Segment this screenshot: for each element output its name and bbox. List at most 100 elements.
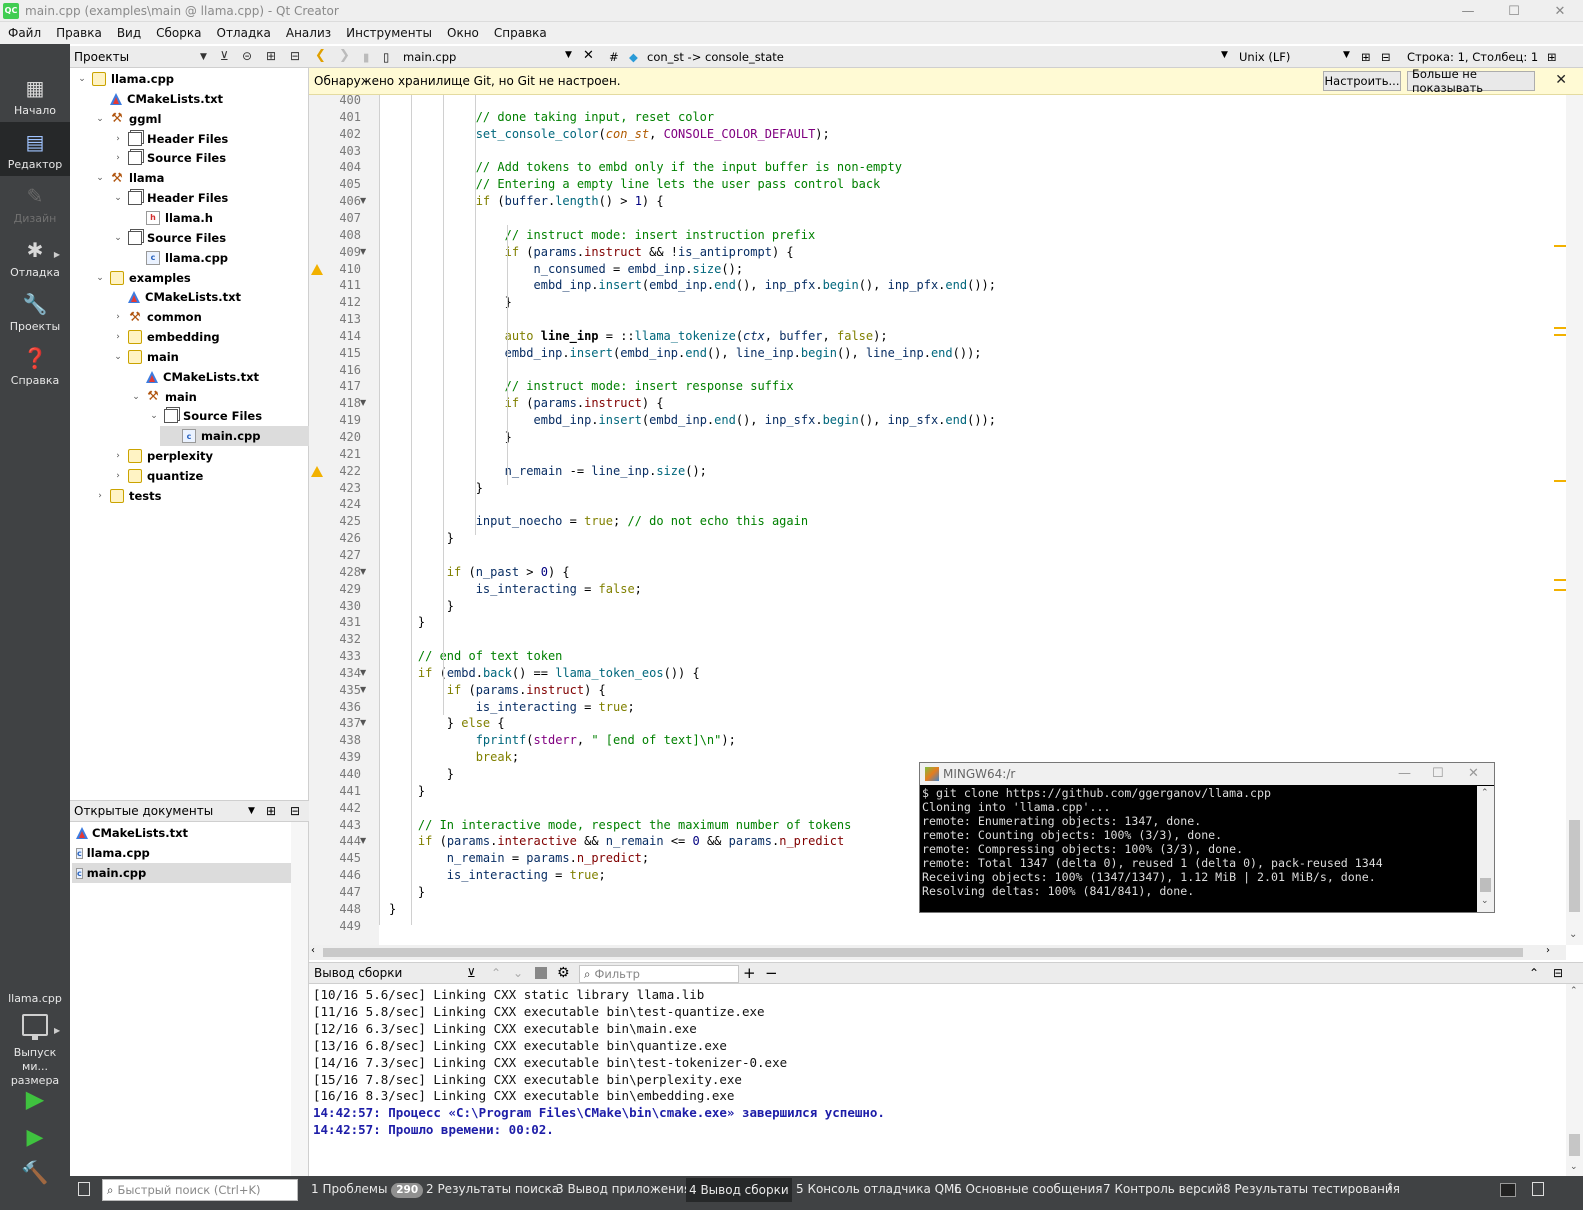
warning-marker[interactable] <box>1554 480 1566 482</box>
code-line[interactable]: is_interacting = false; <box>389 581 642 598</box>
code-line[interactable]: set_console_color(con_st, CONSOLE_COLOR_… <box>389 126 830 143</box>
split-icon[interactable]: ⊞ <box>1547 50 1557 64</box>
scroll-thumb[interactable] <box>323 948 1523 957</box>
debug-run-icon[interactable]: ▶ <box>22 1124 48 1150</box>
chevron-down-icon[interactable]: ⌄ <box>112 352 124 362</box>
code-line[interactable]: n_remain -= line_inp.size(); <box>389 463 707 480</box>
code-line[interactable]: if (params.instruct && !is_antiprompt) { <box>389 244 794 261</box>
sidebar-toggle-icon[interactable] <box>1532 1182 1544 1196</box>
terminal-window[interactable]: MINGW64:/r — ☐ ✕ $ git clone https://git… <box>919 762 1495 913</box>
current-file[interactable]: main.cpp <box>403 50 456 64</box>
fold-marker-icon[interactable]: ▼ <box>360 836 366 845</box>
tab-application-output[interactable]: 3 Вывод приложения <box>556 1182 691 1196</box>
clear-icon[interactable]: ⊻ <box>467 966 476 980</box>
close-pane-icon[interactable]: ⊟ <box>1381 50 1391 64</box>
tree-item[interactable]: CMakeLists.txt <box>94 89 223 109</box>
menu-analyze[interactable]: Анализ <box>278 26 338 40</box>
stop-icon[interactable] <box>535 967 547 979</box>
maximize-icon[interactable]: ☐ <box>1432 766 1444 781</box>
close-window-icon[interactable]: ✕ <box>1468 766 1479 781</box>
close-pane-icon[interactable]: ⊟ <box>1553 966 1563 980</box>
tree-item[interactable]: › tests <box>94 486 161 506</box>
tree-item[interactable]: c llama.cpp <box>130 248 228 268</box>
tree-item[interactable]: h llama.h <box>130 208 213 228</box>
scroll-thumb[interactable] <box>1569 820 1580 912</box>
tree-item[interactable]: ⌄ ⚒ main <box>130 387 197 407</box>
tab-qml-debugger-console[interactable]: 5 Консоль отладчика QML <box>796 1182 961 1196</box>
code-line[interactable]: } <box>389 429 512 446</box>
fold-marker-icon[interactable]: ▼ <box>360 247 366 256</box>
code-line[interactable]: if (params.instruct) { <box>389 395 664 412</box>
filter-icon[interactable]: ⊻ <box>220 49 229 63</box>
code-line[interactable]: if (params.instruct) { <box>389 682 606 699</box>
chevron-down-icon[interactable]: ⌄ <box>130 392 142 402</box>
fold-marker-icon[interactable]: ▼ <box>360 668 366 677</box>
chevron-right-icon[interactable]: › <box>112 312 124 322</box>
chevron-down-icon[interactable]: ⌄ <box>94 173 106 183</box>
tree-item[interactable]: ⌄ ⚒ ggml <box>94 109 161 129</box>
code-line[interactable]: } <box>389 598 454 615</box>
code-line[interactable]: input_noecho = true; // do not echo this… <box>389 513 808 530</box>
chevron-right-icon[interactable]: › <box>112 332 124 342</box>
cursor-position[interactable]: Строка: 1, Столбец: 1 <box>1407 50 1538 64</box>
chevron-left-icon[interactable]: ‹ <box>311 945 315 956</box>
open-document-item[interactable]: CMakeLists.txt <box>72 823 291 843</box>
tree-item[interactable]: ⌄ ⚒ llama <box>94 168 164 188</box>
build-output-scrollbar[interactable]: ⌃ ⌄ <box>1566 984 1583 1176</box>
chevron-down-icon[interactable]: ⌄ <box>1570 1162 1578 1172</box>
tree-item[interactable]: ⌄ Header Files <box>112 188 228 208</box>
chevron-down-icon[interactable]: ▼ <box>1343 50 1350 60</box>
chevron-down-icon[interactable]: ⌄ <box>513 966 523 980</box>
more-tabs-icon[interactable]: ⇕ <box>1386 1182 1394 1193</box>
fold-marker-icon[interactable]: ▼ <box>360 567 366 576</box>
code-line[interactable]: if (embd.back() == llama_token_eos()) { <box>389 665 700 682</box>
code-line[interactable]: } <box>389 614 425 631</box>
menu-edit[interactable]: Правка <box>48 26 109 40</box>
close-pane-icon[interactable]: ⊟ <box>290 49 300 63</box>
menu-help[interactable]: Справка <box>486 26 554 40</box>
chevron-down-icon[interactable]: ▼ <box>248 806 255 816</box>
code-line[interactable]: if (n_past > 0) { <box>389 564 570 581</box>
menu-window[interactable]: Окно <box>439 26 486 40</box>
tree-item[interactable]: › embedding <box>112 327 220 347</box>
code-line[interactable]: embd_inp.insert(embd_inp.end(), inp_pfx.… <box>389 277 997 294</box>
code-line[interactable]: is_interacting = true; <box>389 867 606 884</box>
chevron-down-icon[interactable]: ⌄ <box>112 193 124 203</box>
chevron-down-icon[interactable]: ⌄ <box>94 114 106 124</box>
chevron-down-icon[interactable]: ▼ <box>1221 50 1228 60</box>
fold-marker-icon[interactable]: ▼ <box>360 398 366 407</box>
code-line[interactable]: // Entering a empty line lets the user p… <box>389 176 881 193</box>
build-output-text[interactable]: [10/16 5.6/sec] Linking CXX static libra… <box>309 984 1566 1176</box>
tree-item[interactable]: ⌄ examples <box>94 268 191 288</box>
monitor-icon[interactable] <box>22 1014 48 1040</box>
line-ending-selector[interactable]: Unix (LF) <box>1239 50 1290 64</box>
chevron-down-icon[interactable]: ▼ <box>200 52 207 62</box>
code-line[interactable]: } <box>389 766 454 783</box>
chevron-down-icon[interactable]: ⌄ <box>148 411 160 421</box>
chevron-right-icon[interactable]: › <box>1546 945 1550 956</box>
code-line[interactable]: fprintf(stderr, " [end of text]\n"); <box>389 732 736 749</box>
warning-marker[interactable] <box>1554 327 1566 329</box>
maximize-icon[interactable]: ☐ <box>1491 0 1537 22</box>
plus-icon[interactable]: + <box>743 964 756 982</box>
tree-item[interactable]: ⌄ llama.cpp <box>76 69 174 89</box>
tab-test-results[interactable]: 8 Результаты тестирования <box>1223 1182 1400 1196</box>
close-pane-icon[interactable]: ⊟ <box>290 804 300 818</box>
warning-icon[interactable] <box>311 465 323 477</box>
tree-item[interactable]: › quantize <box>112 466 203 486</box>
dont-show-again-button[interactable]: Больше не показывать <box>1407 67 1535 95</box>
tree-item[interactable]: › Header Files <box>112 129 228 149</box>
split-icon[interactable]: ⊞ <box>266 804 276 818</box>
warning-icon[interactable] <box>311 263 323 275</box>
mode-debug[interactable]: ✱ Отладка ▶ <box>0 230 70 284</box>
close-window-icon[interactable]: ✕ <box>1537 0 1583 22</box>
chevron-down-icon[interactable]: ⌄ <box>1569 929 1577 940</box>
tab-problems[interactable]: 1 Проблемы 290 <box>311 1182 424 1198</box>
menu-debug[interactable]: Отладка <box>209 26 278 40</box>
code-line[interactable]: } <box>389 294 512 311</box>
warning-marker[interactable] <box>1554 579 1566 581</box>
chevron-right-icon[interactable]: › <box>112 153 124 163</box>
tab-version-control[interactable]: 7 Контроль версий <box>1103 1182 1223 1196</box>
code-line[interactable]: if (params.interactive && n_remain <= 0 … <box>389 833 844 850</box>
mode-editor[interactable]: ▤ Редактор <box>0 122 70 176</box>
